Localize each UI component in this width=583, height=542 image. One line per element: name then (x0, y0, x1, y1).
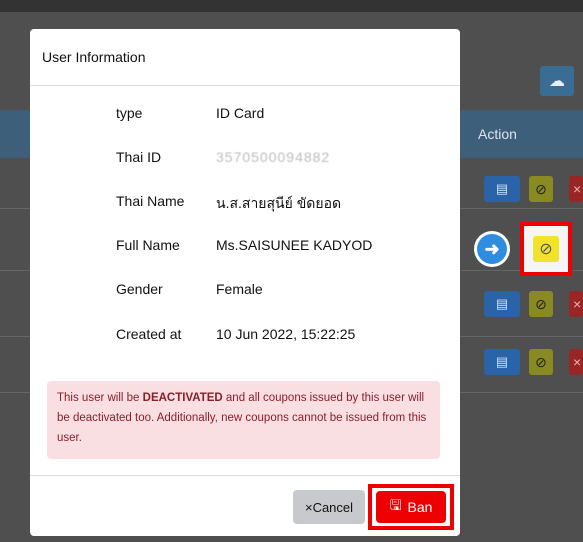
ban-button[interactable]: ⊘ (529, 291, 553, 317)
cancel-label: Cancel (312, 499, 354, 515)
field-label: Thai ID (116, 149, 162, 165)
ban-button-highlighted[interactable]: ⊘ (533, 236, 559, 262)
ban-confirm-button[interactable]: 🖫 Ban (376, 491, 446, 523)
modal-header: User Information (30, 29, 460, 86)
ban-label: Ban (407, 499, 433, 515)
id-card-icon: ▤ (495, 354, 509, 369)
delete-button[interactable]: × (569, 291, 583, 317)
warning-text-start: This user will be (57, 392, 143, 404)
user-information-modal: User Information type ID Card Thai ID 35… (30, 29, 460, 536)
upload-button[interactable]: ☁ (540, 66, 574, 96)
ban-icon: ⊘ (535, 353, 547, 370)
field-label: Created at (116, 326, 182, 342)
highlight-ban-confirm: 🖫 Ban (368, 484, 454, 530)
delete-icon: × (573, 296, 582, 312)
cancel-button[interactable]: × Cancel (293, 490, 365, 524)
cloud-upload-icon: ☁ (549, 73, 565, 90)
delete-icon: × (573, 181, 582, 197)
deactivation-warning: This user will be DEACTIVATED and all co… (47, 381, 440, 459)
delete-icon: × (573, 354, 582, 370)
field-label: Gender (116, 281, 163, 297)
id-card-icon: ▤ (495, 296, 509, 311)
top-bar (0, 0, 583, 12)
warning-emphasis: DEACTIVATED (142, 392, 223, 404)
modal-footer: × Cancel 🖫 Ban (30, 475, 460, 536)
arrow-right-indicator: ➜ (474, 231, 510, 267)
action-column-header: Action (478, 126, 517, 142)
highlight-ban-button: ⊘ (520, 222, 572, 276)
field-value: ID Card (216, 105, 265, 121)
field-value: Ms.SAISUNEE KADYOD (216, 237, 373, 253)
field-value-masked: 3570500094882 (216, 149, 331, 165)
save-icon: 🖫 (389, 497, 402, 513)
field-value: 10 Jun 2022, 15:22:25 (216, 326, 356, 342)
modal-title: User Information (42, 49, 146, 65)
id-card-button[interactable]: ▤ (484, 349, 520, 375)
close-icon: × (304, 499, 313, 515)
id-card-button[interactable]: ▤ (484, 176, 520, 202)
delete-button[interactable]: × (569, 349, 583, 375)
ban-icon: ⊘ (535, 180, 547, 197)
ban-icon: ⊘ (535, 295, 547, 312)
ban-button[interactable]: ⊘ (529, 176, 553, 202)
ban-icon: ⊘ (539, 241, 553, 258)
delete-button[interactable]: × (569, 176, 583, 202)
field-value: Female (216, 281, 263, 297)
arrow-right-icon: ➜ (477, 234, 507, 264)
ban-button[interactable]: ⊘ (529, 349, 553, 375)
id-card-button[interactable]: ▤ (484, 291, 520, 317)
id-card-icon: ▤ (495, 181, 509, 196)
field-label: type (116, 105, 143, 121)
field-label: Thai Name (116, 193, 185, 209)
field-value: น.ส.สายสุนีย์ ขัดยอด (216, 195, 342, 211)
field-label: Full Name (116, 237, 180, 253)
